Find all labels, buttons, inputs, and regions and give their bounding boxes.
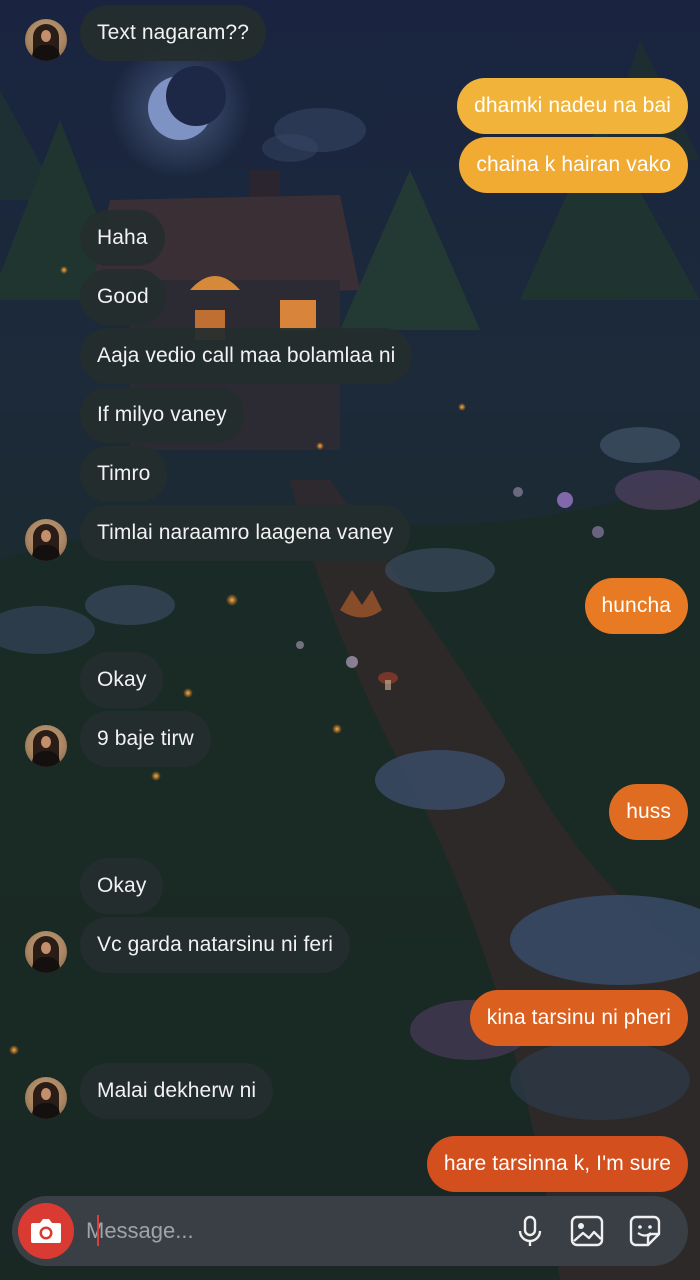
message-text: Vc garda natarsinu ni feri: [97, 933, 334, 956]
incoming-message[interactable]: Text nagaram??: [80, 5, 266, 61]
incoming-message[interactable]: Okay: [80, 858, 164, 914]
incoming-message[interactable]: Timro: [80, 446, 168, 502]
camera-button[interactable]: [18, 1203, 74, 1259]
camera-icon: [31, 1219, 61, 1243]
message-text: Okay: [97, 874, 147, 897]
outgoing-message[interactable]: kina tarsinu ni pheri: [469, 990, 688, 1046]
message-text: Okay: [97, 668, 147, 691]
message-text: chaina k hairan vako: [476, 153, 671, 176]
incoming-message[interactable]: Timlai naraamro laagena vaney: [80, 505, 411, 561]
message-text: Timlai naraamro laagena vaney: [97, 521, 394, 544]
incoming-message[interactable]: Aaja vedio call maa bolamlaa ni: [80, 328, 413, 384]
microphone-button[interactable]: [509, 1210, 551, 1252]
microphone-icon: [518, 1215, 542, 1246]
outgoing-message[interactable]: chaina k hairan vako: [459, 137, 688, 193]
incoming-message[interactable]: If milyo vaney: [80, 387, 244, 443]
gallery-button[interactable]: [566, 1210, 608, 1252]
message-text: huncha: [601, 594, 671, 617]
incoming-message[interactable]: Okay: [80, 652, 164, 708]
message-text: If milyo vaney: [97, 403, 227, 426]
message-text: Haha: [97, 226, 148, 249]
message-text: Malai dekherw ni: [97, 1079, 257, 1102]
gallery-icon: [570, 1215, 604, 1247]
outgoing-message[interactable]: hare tarsinna k, I'm sure: [426, 1136, 688, 1192]
sticker-icon: [629, 1215, 661, 1247]
incoming-message[interactable]: Vc garda natarsinu ni feri: [80, 917, 351, 973]
message-text: kina tarsinu ni pheri: [486, 1006, 671, 1029]
message-text: 9 baje tirw: [97, 727, 194, 750]
sticker-button[interactable]: [624, 1210, 666, 1252]
contact-avatar[interactable]: [25, 931, 67, 973]
incoming-message[interactable]: Good: [80, 269, 166, 325]
contact-avatar[interactable]: [25, 725, 67, 767]
incoming-message[interactable]: Haha: [80, 210, 165, 266]
incoming-message[interactable]: Malai dekherw ni: [80, 1063, 274, 1119]
outgoing-message[interactable]: dhamki nadeu na bai: [457, 78, 688, 134]
message-text: huss: [626, 800, 671, 823]
message-text: Text nagaram??: [97, 21, 249, 44]
message-text: Good: [97, 285, 149, 308]
contact-avatar[interactable]: [25, 1077, 67, 1119]
message-text: hare tarsinna k, I'm sure: [443, 1152, 671, 1175]
message-input[interactable]: [86, 1208, 486, 1254]
message-composer: [12, 1196, 688, 1266]
message-text: Timro: [97, 462, 151, 485]
outgoing-message[interactable]: huncha: [584, 578, 688, 634]
contact-avatar[interactable]: [25, 19, 67, 61]
outgoing-message[interactable]: huss: [609, 784, 688, 840]
message-text: Aaja vedio call maa bolamlaa ni: [97, 344, 396, 367]
contact-avatar[interactable]: [25, 519, 67, 561]
text-cursor: [97, 1215, 99, 1246]
message-text: dhamki nadeu na bai: [474, 94, 671, 117]
incoming-message[interactable]: 9 baje tirw: [80, 711, 211, 767]
